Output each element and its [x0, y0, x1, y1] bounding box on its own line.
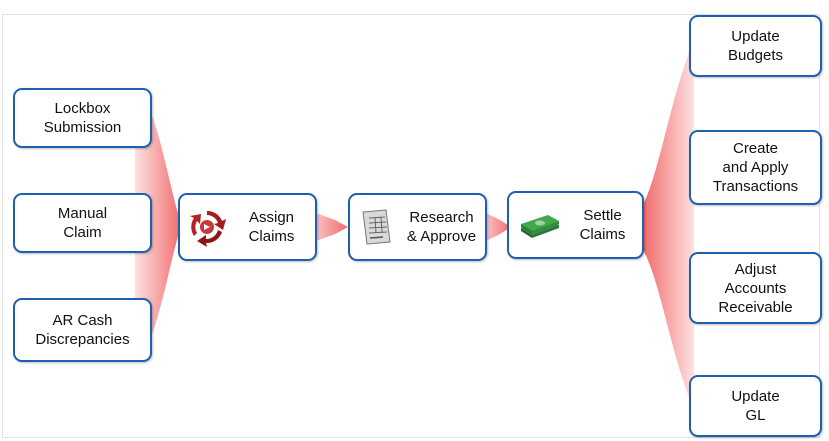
document-form-icon: [362, 209, 391, 245]
node-label: Update Budgets: [727, 28, 784, 64]
output-funnel: [643, 45, 694, 405]
adjust-accounts-receivable-node: Adjust Accounts Receivable: [689, 252, 822, 324]
node-label: Assign Claims: [248, 209, 295, 245]
update-budgets-node: Update Budgets: [689, 15, 822, 77]
node-label: Update GL: [731, 388, 780, 424]
node-label: Research & Approve: [406, 209, 477, 245]
node-label: AR Cash Discrepancies: [35, 312, 130, 348]
node-label: Manual Claim: [57, 205, 108, 241]
recycle-arrows-icon: [190, 210, 226, 247]
create-apply-transactions-node: Create and Apply Transactions: [689, 130, 822, 205]
manual-claim-node: Manual Claim: [13, 193, 152, 253]
node-label: Create and Apply Transactions: [712, 140, 799, 195]
update-gl-node: Update GL: [689, 375, 822, 437]
node-label: Settle Claims: [579, 207, 626, 243]
node-label: Adjust Accounts Receivable: [718, 260, 793, 316]
assign-claims-node: Assign Claims: [178, 193, 317, 261]
lockbox-submission-node: Lockbox Submission: [13, 88, 152, 148]
money-stack-icon: [521, 215, 559, 238]
ar-cash-discrepancies-node: AR Cash Discrepancies: [13, 298, 152, 362]
node-label: Lockbox Submission: [43, 100, 122, 136]
research-approve-node: Research & Approve: [348, 193, 487, 261]
settle-claims-node: Settle Claims: [507, 191, 644, 259]
arrow-assign-to-research: [316, 213, 348, 241]
